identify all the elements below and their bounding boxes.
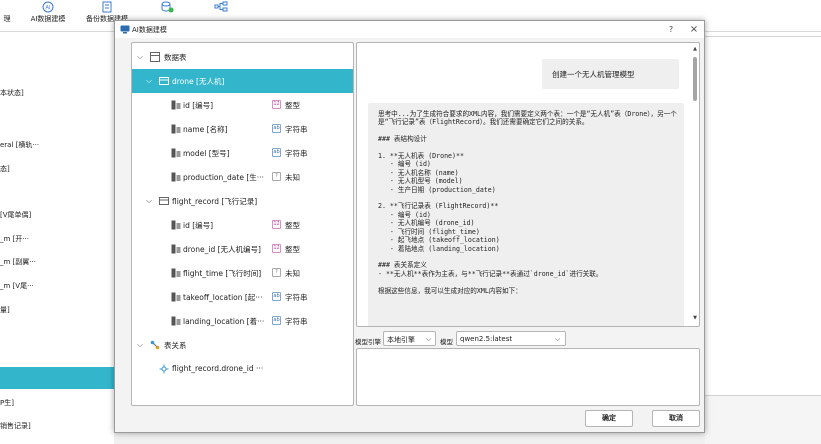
tree-node-field[interactable]: id [编号] 12 整型 — [132, 213, 353, 237]
tree-node-field[interactable]: landing_location [着··· ab 字符串 — [132, 309, 353, 333]
left-panel-item[interactable]: _m [V尾··· — [0, 281, 112, 291]
cancel-button[interactable]: 取消 — [652, 410, 700, 427]
field-icon — [171, 124, 181, 134]
field-icon — [171, 100, 181, 110]
tree-node-field[interactable]: id [编号] 12 整型 — [132, 93, 353, 117]
close-button[interactable]: × — [687, 23, 701, 37]
toolbar-ai-modeling-button[interactable]: AI AI数据建模 — [24, 0, 72, 32]
tree-node-field[interactable]: drone_id [无人机编号] 12 整型 — [132, 237, 353, 261]
ai-modeling-dialog: AI数据建模 ? × ⌵ 数据表 ⌵ drone [无人机] id [编号] 1… — [114, 20, 705, 433]
left-panel-item[interactable]: 本状态] — [0, 88, 112, 98]
left-panel-item[interactable]: P生] — [0, 398, 112, 408]
dialog-titlebar: AI数据建模 ? × — [115, 21, 704, 38]
tree-node-field[interactable]: flight_time [飞行时间] ? 未知 — [132, 261, 353, 285]
string-type-icon: ab — [272, 148, 281, 157]
right-panel-footer — [705, 396, 821, 444]
left-panel-item[interactable]: 销售记录] — [0, 421, 112, 431]
help-button[interactable]: ? — [664, 23, 678, 37]
string-type-icon: ab — [272, 292, 281, 301]
dialog-title: AI数据建模 — [132, 26, 167, 34]
field-icon — [171, 244, 181, 254]
left-panel-item[interactable]: eral [横轨··· — [0, 140, 112, 150]
tree-node-table-drone[interactable]: ⌵ drone [无人机] — [132, 69, 353, 93]
number-type-icon: 12 — [272, 100, 281, 109]
number-type-icon: 12 — [272, 244, 281, 253]
left-panel-selected-row[interactable] — [0, 367, 116, 389]
user-message-bubble: 创建一个无人机管理模型 — [542, 59, 679, 89]
tree-node-field[interactable]: takeoff_location [起··· ab 字符串 — [132, 285, 353, 309]
model-engine-label: 模型引擎 — [355, 338, 381, 346]
bottom-strip — [114, 433, 705, 444]
field-icon — [171, 148, 181, 158]
right-panel — [705, 32, 821, 444]
table-icon — [150, 52, 160, 62]
table-icon — [159, 197, 169, 205]
chat-scrollbar[interactable]: ▲ ▼ — [692, 46, 698, 324]
chevron-down-icon[interactable]: ⌵ — [146, 197, 154, 205]
relation-icon — [159, 364, 169, 374]
left-panel-item[interactable]: 量] — [0, 305, 112, 315]
model-label: 模型 — [440, 338, 453, 346]
unknown-type-icon: ? — [272, 172, 281, 181]
toolbar-item-partial[interactable]: 理 — [0, 0, 14, 32]
field-icon — [171, 268, 181, 278]
unknown-type-icon: ? — [272, 268, 281, 277]
chat-panel: 创建一个无人机管理模型 思考中...为了生成符合要求的XML内容，我们需要定义两… — [356, 42, 700, 327]
tree-node-table-flight-record[interactable]: ⌵ flight_record [飞行记录] — [132, 189, 353, 213]
partial-icon — [0, 1, 14, 13]
field-icon — [171, 316, 181, 326]
tree-node-label: drone [无人机] — [172, 77, 225, 86]
string-type-icon: ab — [272, 124, 281, 133]
right-panel-divider — [705, 36, 821, 37]
relations-icon — [150, 340, 160, 350]
tree-node-field[interactable]: model [型号] ab 字符串 — [132, 141, 353, 165]
tree-node-relations-root[interactable]: ⌵ 表关系 — [132, 333, 353, 357]
tree-node-label: 表关系 — [164, 341, 187, 350]
ai-message: 思考中...为了生成符合要求的XML内容，我们需要定义两个表：一个是“无人机”表… — [378, 110, 677, 295]
chevron-down-icon[interactable]: ⌵ — [146, 77, 154, 85]
field-icon — [171, 172, 181, 182]
left-panel-item[interactable]: _m [开··· — [0, 234, 112, 244]
tree-node-label: flight_record [飞行记录] — [172, 197, 258, 206]
field-icon — [171, 292, 181, 302]
number-type-icon: 12 — [272, 220, 281, 229]
left-panel-item[interactable]: 态] — [0, 164, 112, 174]
chevron-down-icon: ⌵ — [555, 335, 561, 343]
app-icon — [120, 25, 130, 34]
chevron-down-icon[interactable]: ⌵ — [137, 341, 145, 349]
model-select[interactable]: qwen2.5:latest ⌵ — [456, 331, 566, 346]
left-panel-item[interactable]: _m [副翼··· — [0, 257, 112, 267]
left-panel-item[interactable]: [V尾单偶] — [0, 210, 112, 220]
tree-node-field[interactable]: production_date [生··· ? 未知 — [132, 165, 353, 189]
confirm-button[interactable]: 确定 — [585, 410, 633, 427]
backup-icon — [102, 1, 112, 13]
tree-node-tables-root[interactable]: ⌵ 数据表 — [132, 45, 353, 69]
ai-icon: AI — [42, 1, 54, 13]
table-icon — [159, 77, 169, 85]
model-engine-select[interactable]: 本地引擎 ⌵ — [383, 331, 436, 346]
tree-node-field[interactable]: name [名称] ab 字符串 — [132, 117, 353, 141]
scroll-up-icon[interactable]: ▲ — [692, 46, 698, 52]
scrollbar-thumb[interactable] — [693, 57, 697, 101]
scroll-down-icon[interactable]: ▼ — [692, 315, 698, 321]
ai-message-bubble: 思考中...为了生成符合要求的XML内容，我们需要定义两个表：一个是“无人机”表… — [368, 103, 684, 326]
prompt-input[interactable] — [356, 348, 700, 406]
svg-text:AI: AI — [46, 5, 51, 11]
tree-icon — [214, 1, 228, 12]
tree-node-label: 数据表 — [164, 53, 187, 62]
user-message: 创建一个无人机管理模型 — [552, 70, 635, 79]
chevron-down-icon: ⌵ — [426, 335, 432, 343]
string-type-icon: ab — [272, 316, 281, 325]
field-icon — [171, 220, 181, 230]
database-check-icon — [161, 1, 174, 13]
chevron-down-icon[interactable]: ⌵ — [137, 53, 145, 61]
tree-node-relation[interactable]: flight_record.drone_id ··· — [132, 357, 353, 381]
schema-tree: ⌵ 数据表 ⌵ drone [无人机] id [编号] 12 整型 name [… — [131, 42, 354, 406]
